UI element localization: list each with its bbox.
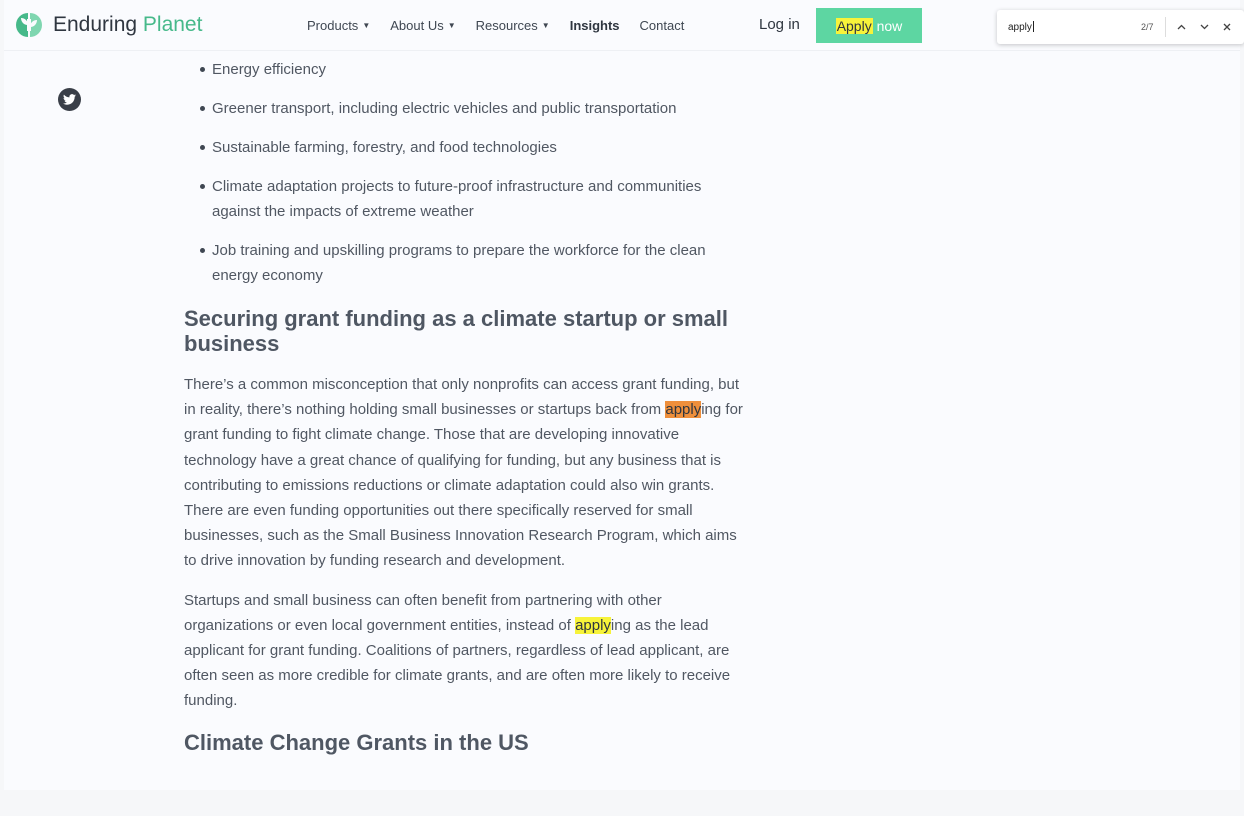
section-heading: Climate Change Grants in the US	[184, 729, 529, 755]
nav-item-label: Products	[307, 18, 359, 33]
nav-item-label: Contact	[639, 18, 685, 33]
paragraph: Startups and small business can often be…	[184, 588, 746, 714]
nav-item-products[interactable]: Products ▼	[307, 18, 370, 33]
paragraph: There’s a common misconception that only…	[184, 372, 746, 574]
nav-item-label: About Us	[390, 18, 444, 33]
list-item: Sustainable farming, forestry, and food …	[184, 135, 752, 160]
apply-button-highlighted-text: Apply	[835, 17, 873, 34]
brand-name-part2: Planet	[142, 13, 203, 36]
brand-name-part1: Enduring	[53, 13, 143, 36]
caret-down-icon: ▼	[541, 21, 550, 30]
brand-name[interactable]: Enduring Planet	[53, 13, 202, 37]
find-match-count: 2/7	[1141, 22, 1154, 32]
bullet-list: Energy efficiency Greener transport, inc…	[184, 57, 764, 288]
list-item: Climate adaptation projects to future-pr…	[184, 174, 752, 224]
search-match: apply	[575, 616, 611, 634]
login-link[interactable]: Log in	[759, 16, 800, 33]
nav-item-insights[interactable]: Insights	[570, 18, 620, 33]
divider	[1165, 17, 1166, 37]
list-item: Job training and upskilling programs to …	[184, 238, 752, 288]
nav-item-resources[interactable]: Resources ▼	[476, 18, 550, 33]
nav-item-label: Insights	[569, 18, 620, 33]
apply-now-button[interactable]: Apply now	[816, 8, 922, 43]
find-input[interactable]: apply	[1008, 21, 1118, 33]
section-heading: Securing grant funding as a climate star…	[184, 306, 729, 356]
find-previous-button[interactable]	[1173, 19, 1189, 35]
current-search-match: apply	[665, 401, 702, 419]
twitter-icon	[63, 94, 76, 105]
nav-item-contact[interactable]: Contact	[640, 18, 685, 33]
caret-down-icon: ▼	[447, 21, 456, 30]
chevron-down-icon	[1200, 24, 1208, 30]
find-close-button[interactable]	[1219, 19, 1235, 35]
find-next-button[interactable]	[1196, 19, 1212, 35]
nav-item-about-us[interactable]: About Us ▼	[390, 18, 455, 33]
caret-down-icon: ▼	[362, 21, 371, 30]
apply-button-rest-text: now	[872, 17, 903, 34]
paragraph-text: ing for grant funding to fight climate c…	[184, 401, 743, 570]
find-in-page-bar: apply 2/7	[997, 10, 1244, 44]
main-nav: Products ▼ About Us ▼ Resources ▼ Insigh…	[307, 18, 704, 33]
list-item: Energy efficiency	[184, 57, 752, 82]
list-item: Greener transport, including electric ve…	[184, 96, 752, 121]
paragraph-text: There’s a common misconception that only…	[184, 376, 740, 419]
close-icon	[1223, 23, 1231, 31]
article-content: Energy efficiency Greener transport, inc…	[184, 57, 764, 755]
nav-item-label: Resources	[475, 18, 538, 33]
page: Enduring Planet Products ▼ About Us ▼ Re…	[4, 0, 1240, 790]
twitter-share-button[interactable]	[58, 88, 81, 111]
chevron-up-icon	[1177, 24, 1185, 30]
enduring-planet-logo-icon[interactable]	[15, 11, 43, 39]
